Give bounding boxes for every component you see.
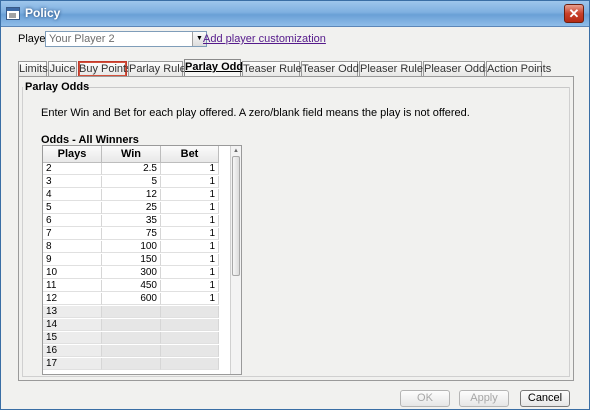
grid-scrollbar[interactable]: ▲ bbox=[230, 146, 241, 374]
table-row[interactable]: 11 450 1 bbox=[43, 280, 231, 292]
column-header-bet[interactable]: Bet bbox=[161, 146, 219, 163]
bet-cell[interactable]: 1 bbox=[161, 176, 219, 188]
plays-cell: 10 bbox=[43, 267, 102, 279]
add-player-customization-link[interactable]: Add player customization bbox=[203, 33, 326, 45]
plays-cell: 14 bbox=[43, 319, 102, 331]
table-row[interactable]: 16 bbox=[43, 345, 231, 357]
win-cell[interactable]: 75 bbox=[102, 228, 161, 240]
player-select[interactable]: Your Player 2 ▼ bbox=[45, 31, 207, 47]
win-cell[interactable]: 25 bbox=[102, 202, 161, 214]
bet-cell[interactable] bbox=[161, 345, 219, 357]
win-cell[interactable]: 2.5 bbox=[102, 163, 161, 175]
close-button[interactable]: ✕ bbox=[564, 4, 584, 23]
window-title: Policy bbox=[25, 6, 61, 20]
table-row[interactable]: 12 600 1 bbox=[43, 293, 231, 305]
plays-cell: 11 bbox=[43, 280, 102, 292]
grid-header: Plays Win Bet bbox=[43, 146, 231, 163]
bet-cell[interactable] bbox=[161, 319, 219, 331]
plays-cell: 7 bbox=[43, 228, 102, 240]
player-select-value: Your Player 2 bbox=[49, 33, 115, 45]
group-divider bbox=[79, 87, 569, 88]
column-header-plays[interactable]: Plays bbox=[43, 146, 102, 163]
plays-cell: 16 bbox=[43, 345, 102, 357]
tab-panel: Parlay Odds Enter Win and Bet for each p… bbox=[18, 76, 574, 381]
bet-cell[interactable]: 1 bbox=[161, 280, 219, 292]
window-icon bbox=[6, 7, 20, 20]
tab-limits[interactable]: Limits bbox=[18, 61, 48, 76]
table-row[interactable]: 6 35 1 bbox=[43, 215, 231, 227]
plays-cell: 9 bbox=[43, 254, 102, 266]
bet-cell[interactable] bbox=[161, 332, 219, 344]
win-cell[interactable] bbox=[102, 319, 161, 331]
title-bar[interactable]: Policy ✕ bbox=[1, 1, 589, 27]
column-header-win[interactable]: Win bbox=[102, 146, 161, 163]
tab-pleaser-rules[interactable]: Pleaser Rules bbox=[359, 61, 428, 76]
win-cell[interactable]: 5 bbox=[102, 176, 161, 188]
win-cell[interactable] bbox=[102, 358, 161, 370]
table-row[interactable]: 8 100 1 bbox=[43, 241, 231, 253]
plays-cell: 15 bbox=[43, 332, 102, 344]
plays-cell: 4 bbox=[43, 189, 102, 201]
bet-cell[interactable] bbox=[161, 358, 219, 370]
plays-cell: 3 bbox=[43, 176, 102, 188]
table-row[interactable]: 351 bbox=[43, 176, 231, 188]
tab-juice[interactable]: Juice bbox=[48, 61, 77, 76]
bet-cell[interactable] bbox=[161, 306, 219, 318]
table-row[interactable]: 17 bbox=[43, 358, 231, 370]
win-cell[interactable]: 150 bbox=[102, 254, 161, 266]
table-row[interactable]: 4 12 1 bbox=[43, 189, 231, 201]
tab-buy-points[interactable]: Buy Points bbox=[78, 61, 132, 76]
odds-grid[interactable]: Plays Win Bet 2 2.5 1 3 5 1 4 12 1 5 25 1 6 35 1 7 75 1 8 1… bbox=[42, 145, 242, 375]
scroll-thumb[interactable] bbox=[232, 156, 240, 276]
win-cell[interactable] bbox=[102, 345, 161, 357]
scroll-up-icon[interactable]: ▲ bbox=[231, 146, 241, 156]
policy-window: Policy ✕ Player Your Player 2 ▼ Add play… bbox=[0, 0, 590, 410]
win-cell[interactable] bbox=[102, 332, 161, 344]
win-cell[interactable]: 450 bbox=[102, 280, 161, 292]
table-row[interactable]: 5 25 1 bbox=[43, 202, 231, 214]
cancel-button[interactable]: Cancel bbox=[520, 390, 570, 407]
bet-cell[interactable]: 1 bbox=[161, 241, 219, 253]
table-row[interactable]: 15 bbox=[43, 332, 231, 344]
win-cell[interactable]: 300 bbox=[102, 267, 161, 279]
tab-teaser-rules[interactable]: Teaser Rules bbox=[242, 61, 307, 76]
win-cell[interactable]: 35 bbox=[102, 215, 161, 227]
table-row[interactable]: 13 bbox=[43, 306, 231, 318]
plays-cell: 2 bbox=[43, 163, 102, 175]
bet-cell[interactable]: 1 bbox=[161, 163, 219, 175]
bet-cell[interactable]: 1 bbox=[161, 202, 219, 214]
bet-cell[interactable]: 1 bbox=[161, 189, 219, 201]
win-cell[interactable]: 12 bbox=[102, 189, 161, 201]
tab-pleaser-odds[interactable]: Pleaser Odds bbox=[423, 61, 491, 76]
plays-cell: 5 bbox=[43, 202, 102, 214]
plays-cell: 8 bbox=[43, 241, 102, 253]
table-row[interactable]: 7 75 1 bbox=[43, 228, 231, 240]
plays-cell: 12 bbox=[43, 293, 102, 305]
tab-parlay-odds[interactable]: Parlay Odds bbox=[184, 59, 249, 77]
plays-cell: 17 bbox=[43, 358, 102, 370]
table-row[interactable]: 10 300 1 bbox=[43, 267, 231, 279]
win-cell[interactable] bbox=[102, 306, 161, 318]
bet-cell[interactable]: 1 bbox=[161, 215, 219, 227]
bet-cell[interactable]: 1 bbox=[161, 267, 219, 279]
table-row[interactable]: 9 150 1 bbox=[43, 254, 231, 266]
tab-teaser-odds[interactable]: Teaser Odds bbox=[301, 61, 364, 76]
group-title: Parlay Odds bbox=[25, 81, 90, 93]
ok-button[interactable]: OK bbox=[400, 390, 450, 407]
apply-button[interactable]: Apply bbox=[459, 390, 509, 407]
bet-cell[interactable]: 1 bbox=[161, 228, 219, 240]
win-cell[interactable]: 100 bbox=[102, 241, 161, 253]
plays-cell: 6 bbox=[43, 215, 102, 227]
plays-cell: 13 bbox=[43, 306, 102, 318]
table-row[interactable]: 14 bbox=[43, 319, 231, 331]
bet-cell[interactable]: 1 bbox=[161, 254, 219, 266]
tab-parlay-rules[interactable]: Parlay Rules bbox=[128, 61, 191, 76]
win-cell[interactable]: 600 bbox=[102, 293, 161, 305]
table-row[interactable]: 2 2.5 1 bbox=[43, 163, 231, 175]
bet-cell[interactable]: 1 bbox=[161, 293, 219, 305]
tab-action-points[interactable]: Action Points bbox=[486, 61, 551, 76]
instructions-text: Enter Win and Bet for each play offered.… bbox=[41, 107, 470, 119]
